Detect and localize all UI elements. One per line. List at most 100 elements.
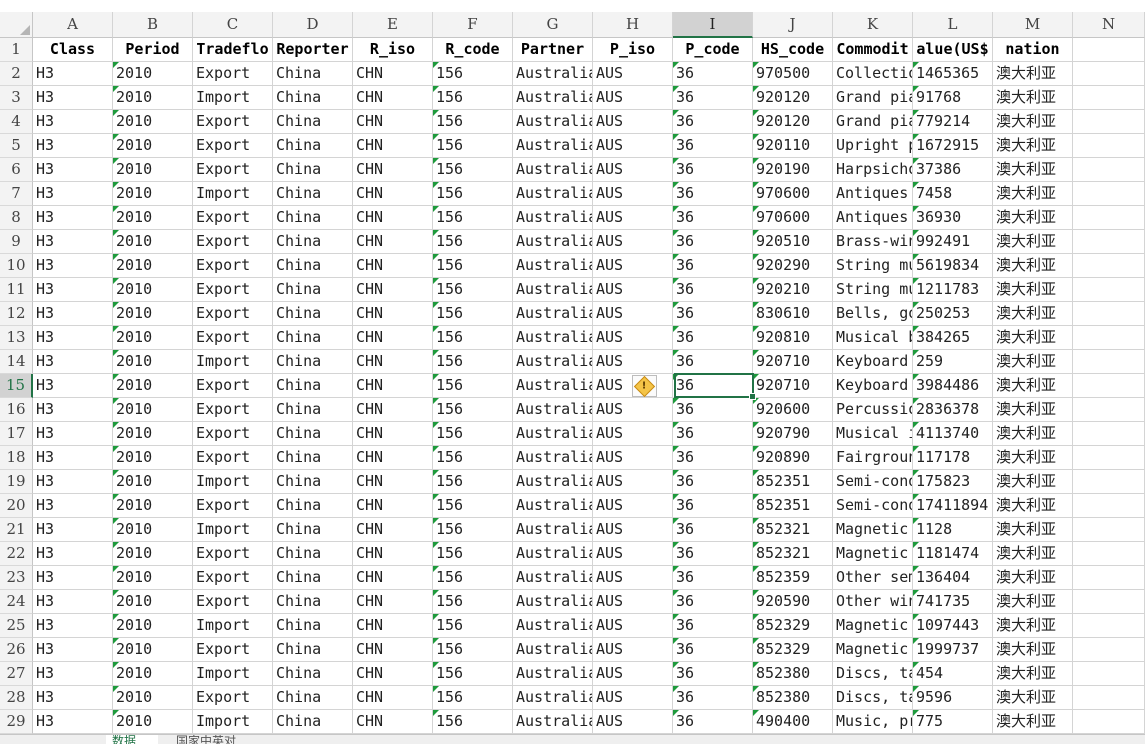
row-header-27[interactable]: 27: [0, 662, 33, 686]
cell-d15[interactable]: China: [273, 374, 353, 398]
cell-g8[interactable]: Australia: [513, 206, 593, 230]
cell-l19[interactable]: 175823: [913, 470, 993, 494]
cell-j5[interactable]: 920110: [753, 134, 833, 158]
cell-n11[interactable]: [1073, 278, 1145, 302]
cell-j8[interactable]: 970600: [753, 206, 833, 230]
row-header-23[interactable]: 23: [0, 566, 33, 590]
cell-j14[interactable]: 920710: [753, 350, 833, 374]
cell-h17[interactable]: AUS: [593, 422, 673, 446]
cell-i13[interactable]: 36: [673, 326, 753, 350]
cell-l22[interactable]: 1181474: [913, 542, 993, 566]
cell-m10[interactable]: 澳大利亚: [993, 254, 1073, 278]
cell-l13[interactable]: 384265: [913, 326, 993, 350]
cell-j9[interactable]: 920510: [753, 230, 833, 254]
cell-k16[interactable]: Percussio: [833, 398, 913, 422]
cell-c10[interactable]: Export: [193, 254, 273, 278]
cell-n16[interactable]: [1073, 398, 1145, 422]
cell-f9[interactable]: 156: [433, 230, 513, 254]
cell-f22[interactable]: 156: [433, 542, 513, 566]
cell-m16[interactable]: 澳大利亚: [993, 398, 1073, 422]
column-header-m[interactable]: M: [993, 12, 1073, 38]
cell-j26[interactable]: 852329: [753, 638, 833, 662]
row-header-9[interactable]: 9: [0, 230, 33, 254]
cell-m2[interactable]: 澳大利亚: [993, 62, 1073, 86]
header-cell-g[interactable]: Partner: [513, 38, 593, 62]
header-cell-l[interactable]: alue(US$: [913, 38, 993, 62]
cell-g19[interactable]: Australia: [513, 470, 593, 494]
cell-h7[interactable]: AUS: [593, 182, 673, 206]
cell-n26[interactable]: [1073, 638, 1145, 662]
cell-i21[interactable]: 36: [673, 518, 753, 542]
cell-h22[interactable]: AUS: [593, 542, 673, 566]
cell-l6[interactable]: 37386: [913, 158, 993, 182]
cell-l28[interactable]: 9596: [913, 686, 993, 710]
cell-c11[interactable]: Export: [193, 278, 273, 302]
cell-a7[interactable]: H3: [33, 182, 113, 206]
cell-g23[interactable]: Australia: [513, 566, 593, 590]
cell-l27[interactable]: 454: [913, 662, 993, 686]
cell-a29[interactable]: H3: [33, 710, 113, 734]
cell-j20[interactable]: 852351: [753, 494, 833, 518]
cell-g21[interactable]: Australia: [513, 518, 593, 542]
cell-g28[interactable]: Australia: [513, 686, 593, 710]
cell-d5[interactable]: China: [273, 134, 353, 158]
cell-b13[interactable]: 2010: [113, 326, 193, 350]
cell-d19[interactable]: China: [273, 470, 353, 494]
cell-a15[interactable]: H3: [33, 374, 113, 398]
cell-m17[interactable]: 澳大利亚: [993, 422, 1073, 446]
cell-a10[interactable]: H3: [33, 254, 113, 278]
cell-i29[interactable]: 36: [673, 710, 753, 734]
cell-m24[interactable]: 澳大利亚: [993, 590, 1073, 614]
cell-m23[interactable]: 澳大利亚: [993, 566, 1073, 590]
cell-j25[interactable]: 852329: [753, 614, 833, 638]
cell-k25[interactable]: Magnetic: [833, 614, 913, 638]
cell-g11[interactable]: Australia: [513, 278, 593, 302]
cell-k22[interactable]: Magnetic: [833, 542, 913, 566]
cell-d22[interactable]: China: [273, 542, 353, 566]
cell-i27[interactable]: 36: [673, 662, 753, 686]
cell-g15[interactable]: Australia: [513, 374, 593, 398]
cell-l18[interactable]: 117178: [913, 446, 993, 470]
row-header-7[interactable]: 7: [0, 182, 33, 206]
cell-a25[interactable]: H3: [33, 614, 113, 638]
cell-k7[interactable]: Antiques: [833, 182, 913, 206]
cell-a5[interactable]: H3: [33, 134, 113, 158]
cell-n28[interactable]: [1073, 686, 1145, 710]
cell-c26[interactable]: Export: [193, 638, 273, 662]
cell-c27[interactable]: Import: [193, 662, 273, 686]
cell-e11[interactable]: CHN: [353, 278, 433, 302]
column-header-c[interactable]: C: [193, 12, 273, 38]
cell-m21[interactable]: 澳大利亚: [993, 518, 1073, 542]
cell-b14[interactable]: 2010: [113, 350, 193, 374]
cell-a24[interactable]: H3: [33, 590, 113, 614]
row-header-26[interactable]: 26: [0, 638, 33, 662]
cell-h14[interactable]: AUS: [593, 350, 673, 374]
cell-b7[interactable]: 2010: [113, 182, 193, 206]
cell-d18[interactable]: China: [273, 446, 353, 470]
cell-g5[interactable]: Australia: [513, 134, 593, 158]
cell-h11[interactable]: AUS: [593, 278, 673, 302]
cell-i18[interactable]: 36: [673, 446, 753, 470]
cell-e24[interactable]: CHN: [353, 590, 433, 614]
cell-k4[interactable]: Grand pia: [833, 110, 913, 134]
column-header-e[interactable]: E: [353, 12, 433, 38]
header-cell-j[interactable]: HS_code: [753, 38, 833, 62]
cell-d14[interactable]: China: [273, 350, 353, 374]
cell-h6[interactable]: AUS: [593, 158, 673, 182]
cell-g18[interactable]: Australia: [513, 446, 593, 470]
cell-e29[interactable]: CHN: [353, 710, 433, 734]
cell-d7[interactable]: China: [273, 182, 353, 206]
cell-j21[interactable]: 852321: [753, 518, 833, 542]
cell-e7[interactable]: CHN: [353, 182, 433, 206]
cell-i7[interactable]: 36: [673, 182, 753, 206]
cell-b4[interactable]: 2010: [113, 110, 193, 134]
row-header-2[interactable]: 2: [0, 62, 33, 86]
cell-d25[interactable]: China: [273, 614, 353, 638]
header-cell-f[interactable]: R_code: [433, 38, 513, 62]
cell-j18[interactable]: 920890: [753, 446, 833, 470]
cell-e5[interactable]: CHN: [353, 134, 433, 158]
cell-f6[interactable]: 156: [433, 158, 513, 182]
cell-a11[interactable]: H3: [33, 278, 113, 302]
cell-n8[interactable]: [1073, 206, 1145, 230]
cell-l14[interactable]: 259: [913, 350, 993, 374]
